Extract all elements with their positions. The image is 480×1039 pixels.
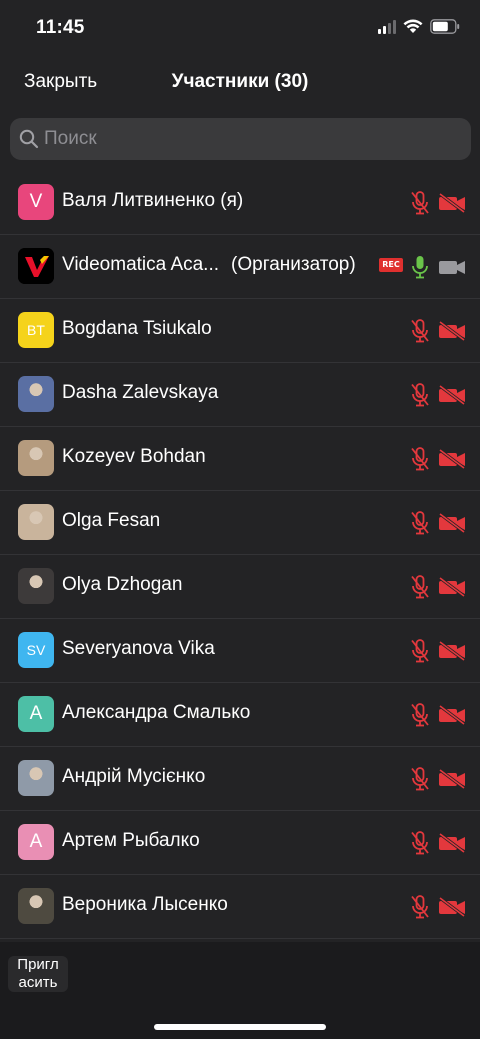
participant-name: Андрій Мусієнко xyxy=(62,766,205,788)
participant-name: Videomatica Aca... (Организатор) xyxy=(62,254,356,276)
participant-row[interactable]: Dasha Zalevskaya xyxy=(0,363,480,427)
mic-muted-icon[interactable] xyxy=(410,895,430,919)
avatar: V xyxy=(18,184,54,220)
status-icons xyxy=(378,19,460,34)
participant-row[interactable]: A Артем Рыбалко xyxy=(0,811,480,875)
mic-muted-icon[interactable] xyxy=(410,383,430,407)
participant-row[interactable]: V Валя Литвиненко (я) xyxy=(0,171,480,235)
mic-icon[interactable] xyxy=(410,255,430,279)
participant-name-text: Вероника Лысенко xyxy=(62,894,228,915)
mic-muted-icon[interactable] xyxy=(410,319,430,343)
participant-name: Kozeyev Bohdan xyxy=(62,446,206,468)
participant-name: Александра Смалько xyxy=(62,702,250,724)
participant-name: Olya Dzhogan xyxy=(62,574,182,596)
nav-bar: Закрыть Участники (30) xyxy=(0,58,480,106)
video-icon[interactable] xyxy=(438,257,466,277)
mic-muted-icon[interactable] xyxy=(410,191,430,215)
participant-name: Olga Fesan xyxy=(62,510,160,532)
participant-row[interactable]: Вероника Лысенко xyxy=(0,875,480,939)
participant-name: Bogdana Tsiukalo xyxy=(62,318,212,340)
participant-row[interactable]: BT Bogdana Tsiukalo xyxy=(0,299,480,363)
mic-muted-icon[interactable] xyxy=(410,639,430,663)
video-off-icon[interactable] xyxy=(438,704,466,726)
mic-muted-icon[interactable] xyxy=(410,447,430,471)
participant-name: Severyanova Vika xyxy=(62,638,215,660)
participant-name: Вероника Лысенко xyxy=(62,894,228,916)
participant-row[interactable]: A Александра Смалько xyxy=(0,683,480,747)
search-input[interactable] xyxy=(44,118,454,160)
participant-row[interactable]: Olya Dzhogan xyxy=(0,555,480,619)
invite-button[interactable]: Пригл асить xyxy=(8,956,68,992)
participant-name-text: Александра Смалько xyxy=(62,702,251,723)
recording-badge: REC xyxy=(379,258,403,272)
participant-list: V Валя Литвиненко (я) Videomatica Aca... (О… xyxy=(0,171,480,939)
participant-row[interactable]: Андрій Мусієнко xyxy=(0,747,480,811)
invite-label: Пригл асить xyxy=(17,956,59,991)
page-title: Участники (30) xyxy=(171,71,309,92)
avatar: A xyxy=(18,696,54,732)
participant-name-text: Videomatica Aca... xyxy=(62,254,220,275)
participant-name-text: Olya Dzhogan xyxy=(62,574,183,595)
video-off-icon[interactable] xyxy=(438,384,466,406)
mic-muted-icon[interactable] xyxy=(410,575,430,599)
home-indicator[interactable] xyxy=(154,1024,326,1030)
avatar xyxy=(18,376,54,412)
participant-name: Артем Рыбалко xyxy=(62,830,200,852)
participant-name-text: Андрій Мусієнко xyxy=(62,766,206,787)
participant-name-text: Bogdana Tsiukalo xyxy=(62,318,212,339)
avatar: BT xyxy=(18,312,54,348)
avatar xyxy=(18,440,54,476)
video-off-icon[interactable] xyxy=(438,640,466,662)
avatar xyxy=(18,760,54,796)
video-off-icon[interactable] xyxy=(438,448,466,470)
mic-muted-icon[interactable] xyxy=(410,703,430,727)
participant-name: Валя Литвиненко (я) xyxy=(62,190,243,212)
avatar: SV xyxy=(18,632,54,668)
video-off-icon[interactable] xyxy=(438,576,466,598)
video-off-icon[interactable] xyxy=(438,896,466,918)
host-role-label: (Организатор) xyxy=(231,254,356,275)
avatar xyxy=(18,568,54,604)
participant-row[interactable]: Kozeyev Bohdan xyxy=(0,427,480,491)
bottom-bar: Пригл асить xyxy=(0,942,480,1039)
participant-name-text: Kozeyev Bohdan xyxy=(62,446,206,467)
avatar xyxy=(18,504,54,540)
avatar: A xyxy=(18,824,54,860)
participant-row[interactable]: SV Severyanova Vika xyxy=(0,619,480,683)
mic-muted-icon[interactable] xyxy=(410,831,430,855)
video-off-icon[interactable] xyxy=(438,768,466,790)
video-off-icon[interactable] xyxy=(438,832,466,854)
video-off-icon[interactable] xyxy=(438,512,466,534)
participant-name-text: Severyanova Vika xyxy=(62,638,215,659)
search-bar[interactable] xyxy=(10,118,471,160)
avatar xyxy=(18,248,54,284)
participant-name-text: Olga Fesan xyxy=(62,510,161,531)
participant-name: Dasha Zalevskaya xyxy=(62,382,218,404)
participant-name-text: Dasha Zalevskaya xyxy=(62,382,219,403)
status-time: 11:45 xyxy=(36,17,85,38)
participant-name-text: Артем Рыбалко xyxy=(62,830,200,851)
search-icon xyxy=(19,129,39,149)
wifi-icon xyxy=(403,19,423,33)
video-off-icon[interactable] xyxy=(438,320,466,342)
mic-muted-icon[interactable] xyxy=(410,511,430,535)
signal-icon xyxy=(378,19,396,34)
mic-muted-icon[interactable] xyxy=(410,767,430,791)
video-off-icon[interactable] xyxy=(438,192,466,214)
participant-name-text: Валя Литвиненко (я) xyxy=(62,190,244,211)
status-bar: 11:45 xyxy=(0,0,480,58)
participant-row[interactable]: Videomatica Aca... (Организатор) REC xyxy=(0,235,480,299)
avatar xyxy=(18,888,54,924)
battery-icon xyxy=(430,19,460,34)
participant-row[interactable]: Olga Fesan xyxy=(0,491,480,555)
